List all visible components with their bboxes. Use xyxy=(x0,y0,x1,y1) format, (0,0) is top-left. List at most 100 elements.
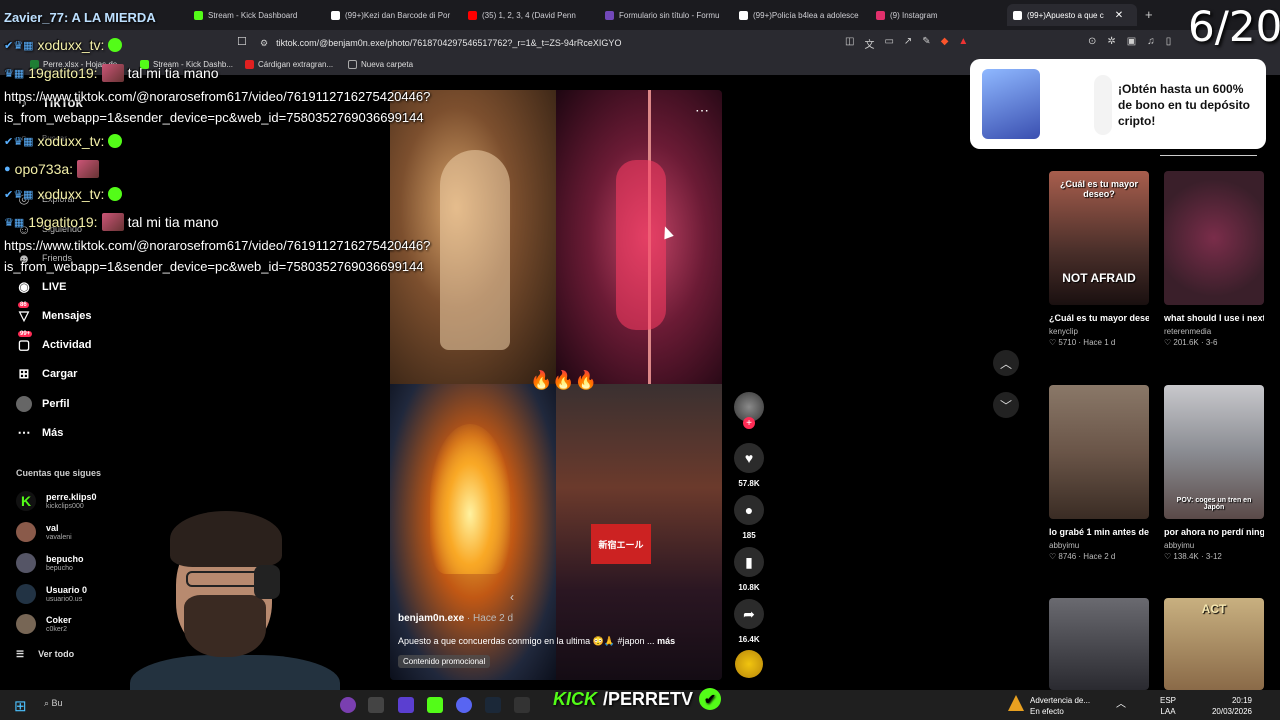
warning-icon[interactable] xyxy=(1008,695,1024,711)
reader-mode-icon[interactable]: ◫ xyxy=(845,36,854,51)
discord-icon[interactable] xyxy=(456,697,472,713)
video-card[interactable]: ¿Cuál es tu mayor deseo? NOT AFRAID ¿Cuá… xyxy=(1049,171,1149,347)
chat-link[interactable]: is_from_webapp=1&sender_device=pc&web_id… xyxy=(4,256,424,277)
video-thumbnail[interactable]: ACT xyxy=(1164,598,1264,690)
nav-upload[interactable]: ⊞ Cargar xyxy=(16,366,78,382)
chat-link[interactable]: https://www.tiktok.com/@norarosefrom617/… xyxy=(4,86,430,107)
app-icon[interactable] xyxy=(427,697,443,713)
badge-icons: ✔♛▦ xyxy=(4,39,34,52)
tiktok-icon xyxy=(331,10,340,20)
app-icon[interactable] xyxy=(368,697,384,713)
extension-icon[interactable]: ⊙ xyxy=(1088,36,1096,47)
video-author[interactable]: benjam0n.exe · Hace 2 d xyxy=(398,613,513,624)
more-link[interactable]: más xyxy=(657,636,675,646)
share-arrow-icon[interactable]: ➦ xyxy=(734,599,764,629)
chevron-up-icon[interactable]: ︿ xyxy=(993,350,1019,376)
video-card[interactable] xyxy=(1049,598,1149,690)
chat-message: ✔♛▦ xoduxx_tv: xyxy=(4,133,123,149)
cast-icon[interactable]: ▭ xyxy=(884,36,893,51)
follow-plus-icon[interactable]: + xyxy=(743,417,755,429)
bookmark-icon[interactable]: ☐ xyxy=(237,35,247,48)
following-item[interactable]: Coker c0ker2 xyxy=(16,614,72,634)
new-tab-button[interactable]: + xyxy=(1145,7,1153,22)
figure-shape xyxy=(616,160,666,330)
video-card[interactable]: what should I use i next video?... reter… xyxy=(1164,171,1264,347)
puzzle-icon[interactable]: ✲ xyxy=(1107,36,1115,47)
comment-icon[interactable]: ● xyxy=(734,495,764,525)
see-all-button[interactable]: ☰ Ver todo xyxy=(16,649,74,660)
site-settings-icon[interactable]: ⚙ xyxy=(260,38,268,49)
extensions-toolbar: ⊙ ✲ ▣ ♫ ▯ xyxy=(1088,36,1171,47)
tab-tiktok-policia[interactable]: (99+)Policía b4lea a adolesce xyxy=(733,4,868,26)
bookmark-cardigan[interactable]: Cárdigan extragran... xyxy=(245,60,333,69)
emote-icon xyxy=(108,187,123,201)
address-bar-actions: ◫ 文 ▭ ↗ ✎ ◆ ▲ xyxy=(845,36,968,51)
shop-icon xyxy=(245,60,254,69)
nav-messages[interactable]: ▽ 86 Mensajes xyxy=(16,302,92,324)
more-options-icon[interactable]: ⋯ xyxy=(695,102,709,119)
taskbar-search[interactable]: ⌕ Bu xyxy=(44,698,63,709)
heart-icon[interactable]: ♥ xyxy=(734,443,764,473)
video-thumbnail[interactable] xyxy=(1049,598,1149,690)
rewards-icon[interactable]: ▲ xyxy=(958,36,968,51)
live-icon: ◉ xyxy=(18,279,30,294)
nav-live[interactable]: ◉ LIVE xyxy=(16,279,66,295)
music-disc-icon[interactable] xyxy=(735,650,763,678)
activity-icon: ▢ 99+ xyxy=(17,331,33,352)
nav-more[interactable]: ⋯ Más xyxy=(16,425,64,441)
gift-icon xyxy=(982,69,1040,139)
video-thumbnail[interactable]: POV: coges un tren en Japón xyxy=(1164,385,1264,519)
chevron-up-icon[interactable]: ︿ xyxy=(1116,699,1126,710)
bookmark-save-icon[interactable]: ▮ xyxy=(734,547,764,577)
chat-link[interactable]: https://www.tiktok.com/@norarosefrom617/… xyxy=(4,235,430,256)
chevron-down-icon[interactable]: ﹀ xyxy=(993,392,1019,418)
following-item[interactable]: val vavaleni xyxy=(16,522,72,542)
crypto-ad-banner[interactable]: ¡Obtén hasta un 600% de bono en tu depós… xyxy=(970,59,1266,149)
tab-kick-dashboard[interactable]: Stream - Kick Dashboard xyxy=(188,4,323,26)
share-icon[interactable]: ↗ xyxy=(904,36,912,51)
kick-icon xyxy=(194,10,203,20)
weather-widget[interactable]: Advertencia de... En efecto xyxy=(1030,695,1090,717)
music-icon[interactable]: ♫ xyxy=(1147,36,1155,47)
list-icon: ☰ xyxy=(16,649,25,659)
promo-badge: Contenido promocional xyxy=(398,655,491,668)
tab-instagram[interactable]: (9) Instagram xyxy=(870,4,1005,26)
wallet-icon[interactable]: ▣ xyxy=(1127,36,1136,47)
following-item[interactable]: bepucho bepucho xyxy=(16,553,84,573)
tiktok-icon xyxy=(1013,10,1022,20)
translate-icon[interactable]: 文 xyxy=(864,36,874,51)
nav-activity[interactable]: ▢ 99+ Actividad xyxy=(16,331,92,353)
video-card[interactable]: lo grabé 1 min antes de salir del... abb… xyxy=(1049,385,1149,561)
video-thumbnail[interactable]: ¿Cuál es tu mayor deseo? NOT AFRAID xyxy=(1049,171,1149,305)
language-indicator[interactable]: ESP LAA xyxy=(1160,695,1176,717)
windows-start-icon[interactable]: ⊞ xyxy=(14,697,27,715)
tab-youtube[interactable]: (35) 1, 2, 3, 4 (David Penn xyxy=(462,4,597,26)
pen-icon[interactable]: ✎ xyxy=(922,36,930,51)
clock[interactable]: 20:19 20/03/2026 xyxy=(1200,695,1252,717)
close-tab-icon[interactable]: ✕ xyxy=(1115,10,1123,21)
tab-tiktok-active[interactable]: (99+)Apuesto a que c ✕ xyxy=(1007,4,1137,26)
carousel-prev-icon[interactable]: ‹ xyxy=(510,590,514,604)
photo-panel xyxy=(556,90,722,384)
messages-icon: ▽ 86 xyxy=(18,302,29,323)
steam-icon[interactable] xyxy=(485,697,501,713)
app-icon[interactable] xyxy=(398,697,414,713)
sidebar-icon[interactable]: ▯ xyxy=(1166,36,1172,47)
app-icon[interactable] xyxy=(340,697,356,713)
brave-shield-icon[interactable]: ◆ xyxy=(941,36,949,51)
app-icon[interactable] xyxy=(514,697,530,713)
badge-icons: ♛▦ xyxy=(4,67,25,80)
video-card[interactable]: POV: coges un tren en Japón por ahora no… xyxy=(1164,385,1264,561)
photo-carousel[interactable]: 新宿エール 🔥🔥🔥 ⋯ ‹ benjam0n.exe · Hace 2 d Ap… xyxy=(390,90,722,680)
instagram-icon xyxy=(876,10,885,20)
tab-tiktok-kezi[interactable]: (99+)Kezi dan Barcode di Por xyxy=(325,4,460,26)
video-thumbnail[interactable] xyxy=(1049,385,1149,519)
video-card[interactable]: ACT xyxy=(1164,598,1264,690)
video-thumbnail[interactable] xyxy=(1164,171,1264,305)
chat-link[interactable]: is_from_webapp=1&sender_device=pc&web_id… xyxy=(4,107,424,128)
bookmark-folder[interactable]: Nueva carpeta xyxy=(348,60,413,69)
following-item[interactable]: K perre.klips0 kickclips000 xyxy=(16,491,97,511)
tab-forms[interactable]: Formulario sin título - Formu xyxy=(599,4,727,26)
nav-profile[interactable]: Perfil xyxy=(16,396,70,412)
following-item[interactable]: Usuario 0 usuario0.us xyxy=(16,584,87,604)
